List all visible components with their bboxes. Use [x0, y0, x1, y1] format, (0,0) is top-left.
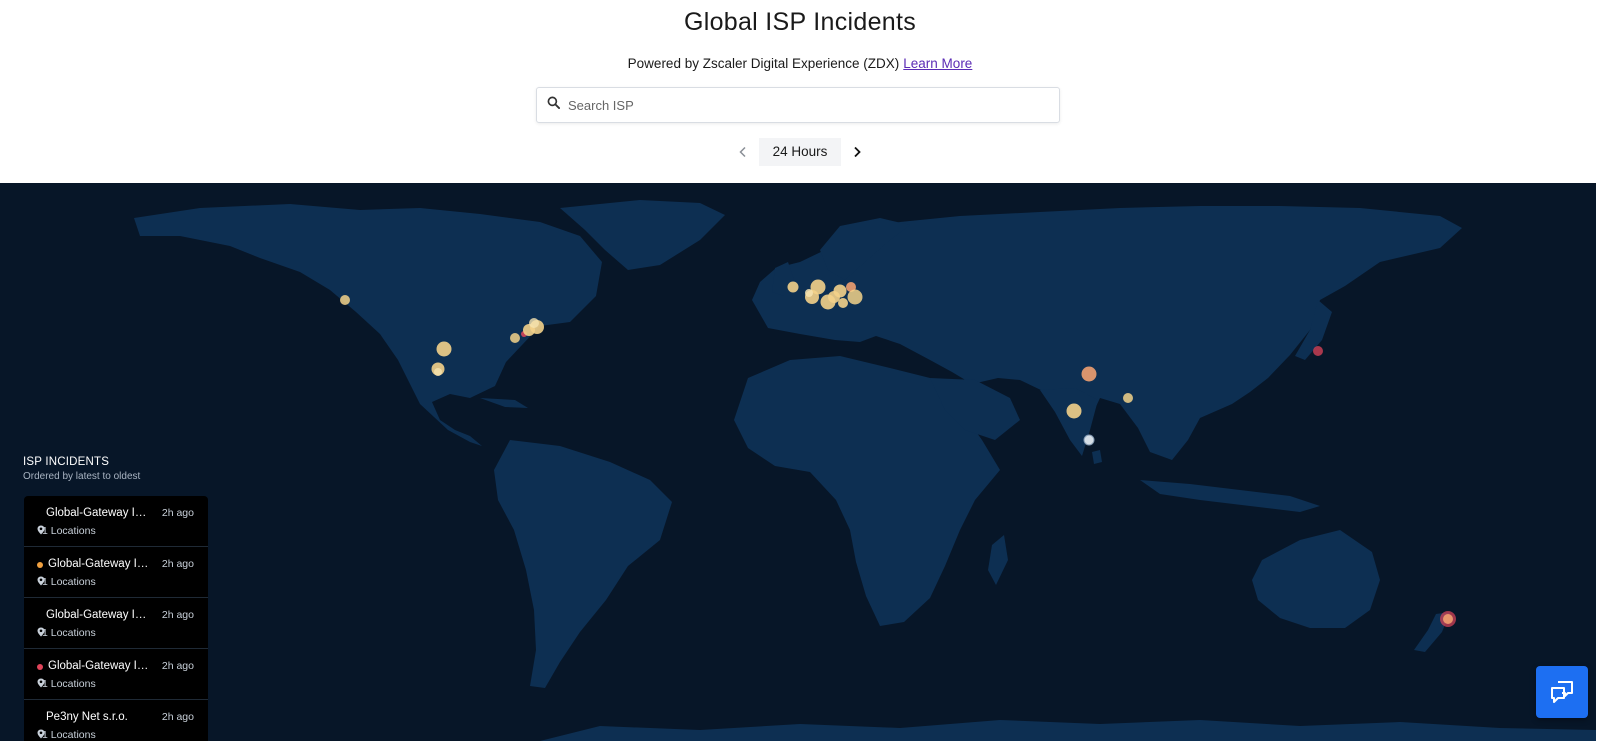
- page-title: Global ISP Incidents: [683, 8, 917, 36]
- incident-marker[interactable]: [1066, 403, 1082, 419]
- incident-name: Global-Gateway Internet: [48, 660, 152, 672]
- incident-marker[interactable]: [1123, 393, 1133, 403]
- incident-locations: 1 Locations: [37, 627, 96, 639]
- incident-marker[interactable]: [805, 289, 813, 297]
- time-range-selector: 24 Hours: [732, 138, 868, 166]
- incident-marker[interactable]: [434, 368, 442, 376]
- incident-marker[interactable]: [1083, 434, 1095, 446]
- incident-location-count: 1 Locations: [42, 525, 96, 537]
- landmass-cuba: [480, 398, 528, 408]
- incident-marker[interactable]: [340, 295, 350, 305]
- map-pin-icon: [37, 576, 45, 586]
- landmass-indonesia: [1140, 480, 1320, 512]
- incident-locations: 1 Locations: [37, 729, 96, 741]
- incident-time: 2h ago: [161, 507, 194, 519]
- map-pin-icon: [37, 525, 45, 535]
- incident-location-count: 1 Locations: [42, 729, 96, 741]
- landmass-madagascar: [988, 535, 1008, 585]
- world-map[interactable]: ISP INCIDENTS Ordered by latest to oldes…: [0, 183, 1596, 741]
- status-dot-orange: [37, 562, 43, 568]
- incident-list-item[interactable]: Global-Gateway Internet 2h ago 1 Locatio…: [24, 547, 208, 598]
- landmass-antarctica: [540, 720, 1596, 741]
- chat-button[interactable]: [1536, 666, 1588, 718]
- incident-list-item[interactable]: Global-Gateway Internet 2h ago 1 Locatio…: [24, 649, 208, 700]
- map-pin-icon: [37, 627, 45, 637]
- incident-list-item[interactable]: Global-Gateway Internet 2h ago 1 Locatio…: [24, 496, 208, 547]
- incident-marker[interactable]: [529, 318, 539, 328]
- chevron-left-icon[interactable]: [732, 138, 754, 166]
- status-dot-red: [37, 664, 43, 670]
- chevron-right-icon[interactable]: [846, 138, 868, 166]
- search-icon: [547, 96, 560, 114]
- incidents-panel-header: ISP INCIDENTS Ordered by latest to oldes…: [23, 456, 140, 482]
- incident-name: Global-Gateway Internet: [48, 558, 152, 570]
- incident-location-count: 1 Locations: [42, 678, 96, 690]
- search-box[interactable]: [536, 87, 1060, 123]
- search-input[interactable]: [568, 97, 1038, 113]
- landmass-australia: [1252, 530, 1380, 628]
- powered-by-line: Powered by Zscaler Digital Experience (Z…: [0, 56, 1600, 71]
- incident-time: 2h ago: [161, 558, 194, 570]
- map-pin-icon: [37, 729, 45, 739]
- incident-name: Global-Gateway Internet: [46, 609, 152, 621]
- incident-locations: 1 Locations: [37, 576, 96, 588]
- land-masses: [134, 200, 1596, 741]
- page-header: Global ISP Incidents Powered by Zscaler …: [0, 0, 1600, 183]
- incident-marker[interactable]: [1313, 346, 1323, 356]
- incidents-panel-subtitle: Ordered by latest to oldest: [23, 471, 141, 482]
- incident-marker[interactable]: [787, 281, 799, 293]
- incident-marker[interactable]: [847, 289, 863, 305]
- incident-marker[interactable]: [436, 341, 452, 357]
- incident-time: 2h ago: [161, 660, 194, 672]
- incident-list-item[interactable]: Global-Gateway Internet 2h ago 1 Locatio…: [24, 598, 208, 649]
- chat-bubbles-icon: [1551, 681, 1573, 703]
- incident-list: Global-Gateway Internet 2h ago 1 Locatio…: [24, 496, 208, 741]
- learn-more-link[interactable]: Learn More: [903, 56, 972, 71]
- landmass-sri-lanka: [1092, 450, 1102, 464]
- powered-by-text: Powered by Zscaler Digital Experience (Z…: [627, 56, 900, 71]
- incidents-panel-title: ISP INCIDENTS: [23, 456, 110, 468]
- map-pin-icon: [37, 678, 45, 688]
- incident-marker[interactable]: [1081, 366, 1097, 382]
- time-range-label: 24 Hours: [758, 138, 842, 166]
- incident-name: Pe3ny Net s.r.o.: [46, 711, 128, 723]
- incident-location-count: 1 Locations: [42, 576, 96, 588]
- incident-list-item[interactable]: Pe3ny Net s.r.o. 2h ago 1 Locations: [24, 700, 208, 741]
- world-map-canvas: [134, 200, 1596, 741]
- landmass-south-america: [494, 440, 672, 688]
- incident-marker[interactable]: [833, 284, 847, 298]
- incident-marker[interactable]: [510, 333, 520, 343]
- incident-name: Global-Gateway Internet: [46, 507, 152, 519]
- landmass-india: [1040, 388, 1098, 456]
- incident-location-count: 1 Locations: [42, 627, 96, 639]
- incident-time: 2h ago: [161, 711, 194, 723]
- incident-locations: 1 Locations: [37, 525, 96, 537]
- incident-marker[interactable]: [838, 298, 848, 308]
- incident-marker[interactable]: [1443, 614, 1453, 624]
- incident-time: 2h ago: [161, 609, 194, 621]
- incident-locations: 1 Locations: [37, 678, 96, 690]
